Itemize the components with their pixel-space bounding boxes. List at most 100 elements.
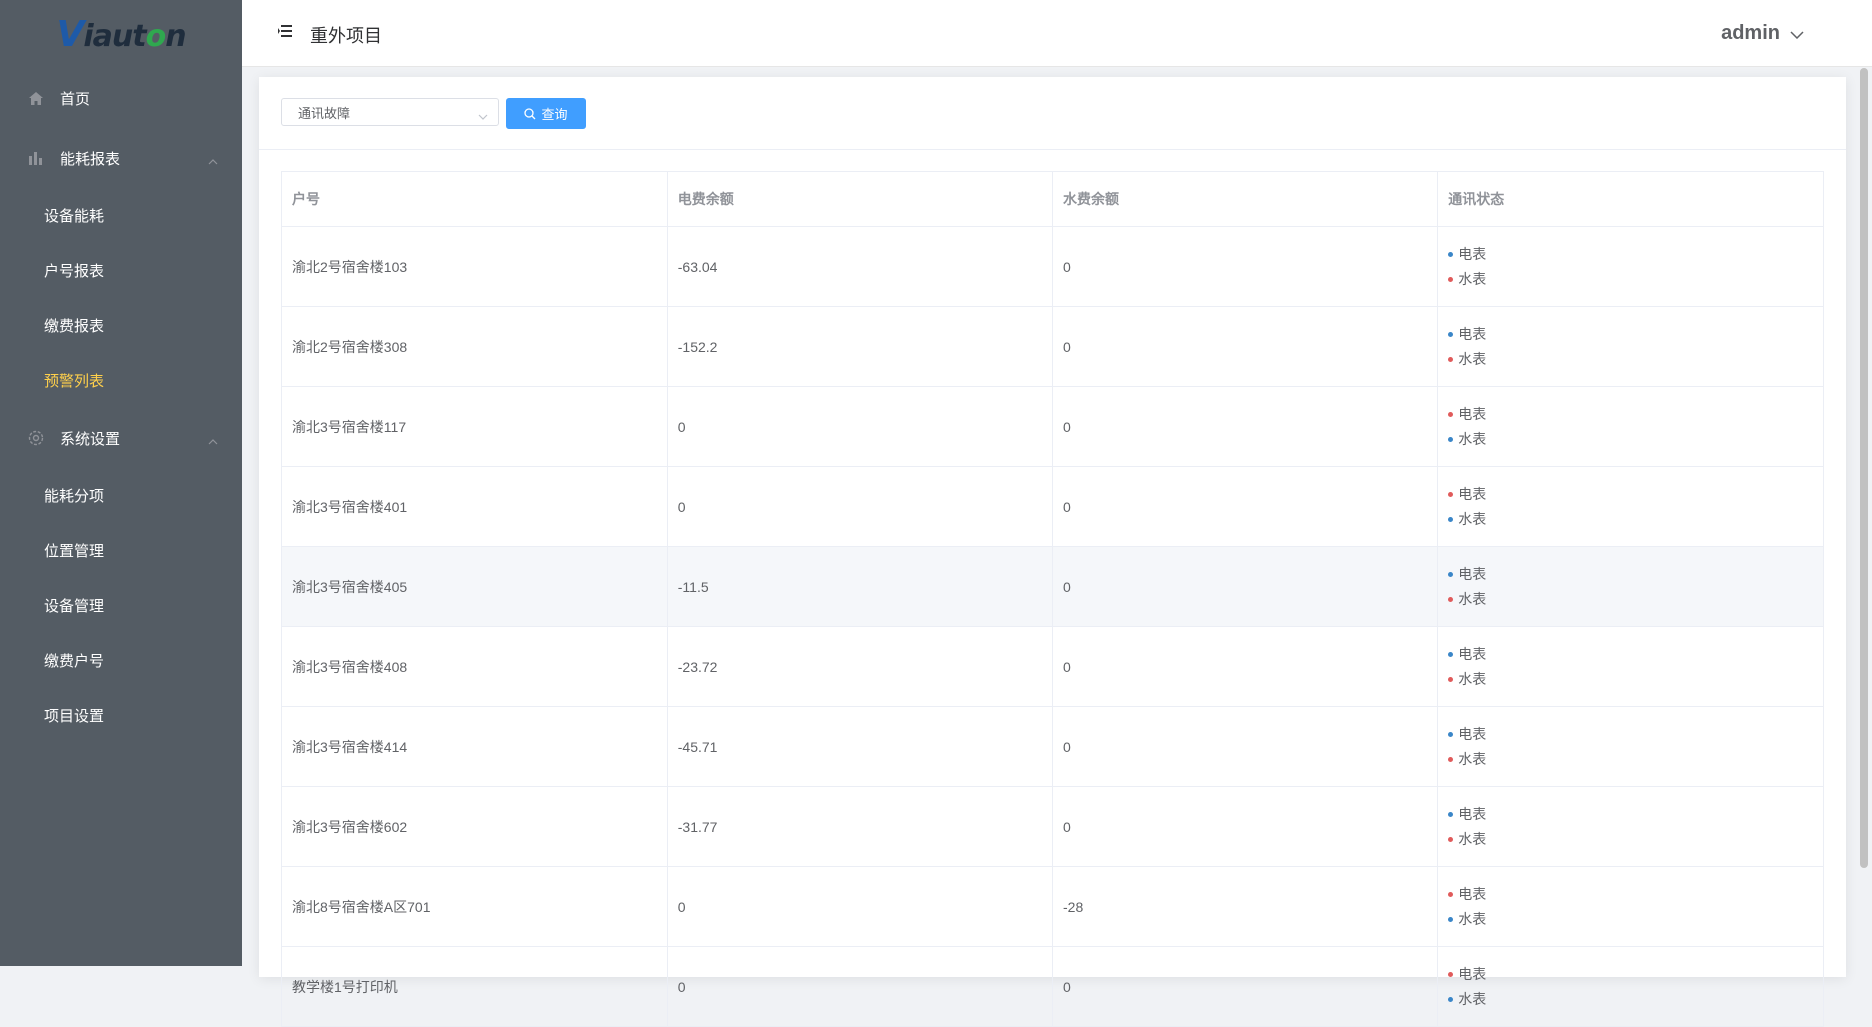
- status-dot-icon: [1448, 836, 1454, 842]
- cell-water-balance: 0: [1052, 546, 1439, 627]
- table-row[interactable]: 渝北3号宿舍楼401 0 0 电表 水表: [282, 466, 1823, 547]
- status-dot-icon: [1448, 651, 1454, 657]
- meter-label: 水表: [1458, 351, 1487, 367]
- filter-bar: 通讯故障 查询: [259, 77, 1846, 150]
- status-water-meter: 水表: [1448, 827, 1822, 852]
- menu-collapse-icon[interactable]: [278, 24, 292, 42]
- data-table: 户号 电费余额 水费余额 通讯状态 渝北2号宿舍楼103 -63.04 0 电表 水表渝…: [281, 171, 1824, 1027]
- meter-label: 水表: [1458, 991, 1487, 1007]
- status-dot-icon: [1448, 411, 1454, 417]
- sidebar-group-system-settings[interactable]: 系统设置: [0, 408, 242, 468]
- table-row[interactable]: 渝北2号宿舍楼103 -63.04 0 电表 水表: [282, 226, 1823, 307]
- sidebar-item-payment-report[interactable]: 缴费报表: [0, 298, 242, 353]
- status-filter-select[interactable]: 通讯故障: [281, 98, 499, 126]
- cell-comm-status: 电表 水表: [1437, 626, 1823, 707]
- status-dot-icon: [1448, 356, 1454, 362]
- cell-elec-balance: -152.2: [667, 306, 1054, 387]
- cell-account: 渝北2号宿舍楼308: [282, 306, 668, 387]
- status-dot-icon: [1448, 811, 1454, 817]
- status-dot-icon: [1448, 971, 1454, 977]
- status-dot-icon: [1448, 276, 1454, 282]
- meter-label: 水表: [1458, 431, 1487, 447]
- header: 重外项目 admin: [242, 0, 1872, 67]
- column-header-comm-status[interactable]: 通讯状态: [1437, 172, 1823, 227]
- sidebar-group-energy-reports[interactable]: 能耗报表: [0, 128, 242, 188]
- status-water-meter: 水表: [1448, 347, 1822, 372]
- sidebar-item-label: 位置管理: [44, 543, 105, 560]
- cell-account: 教学楼1号打印机: [282, 946, 668, 1027]
- chevron-up-icon: [208, 152, 218, 169]
- status-electric-meter: 电表: [1448, 802, 1822, 827]
- status-dot-icon: [1448, 676, 1454, 682]
- meter-label: 水表: [1458, 671, 1487, 687]
- status-electric-meter: 电表: [1448, 882, 1822, 907]
- sidebar-item-device-energy[interactable]: 设备能耗: [0, 188, 242, 243]
- query-button-label: 查询: [541, 107, 568, 122]
- cell-water-balance: 0: [1052, 706, 1439, 787]
- status-water-meter: 水表: [1448, 587, 1822, 612]
- meter-label: 水表: [1458, 591, 1487, 607]
- sidebar-item-energy-category[interactable]: 能耗分项: [0, 468, 242, 523]
- meter-label: 电表: [1458, 406, 1487, 422]
- status-dot-icon: [1448, 756, 1454, 762]
- status-dot-icon: [1448, 571, 1454, 577]
- chevron-up-icon: [208, 432, 218, 449]
- meter-label: 电表: [1458, 806, 1487, 822]
- cell-elec-balance: 0: [667, 386, 1054, 467]
- table-row[interactable]: 渝北2号宿舍楼308 -152.2 0 电表 水表: [282, 306, 1823, 387]
- table-row[interactable]: 教学楼1号打印机 0 0 电表 水表: [282, 946, 1823, 1027]
- column-header-account[interactable]: 户号: [282, 172, 668, 227]
- status-water-meter: 水表: [1448, 987, 1822, 1012]
- cell-comm-status: 电表 水表: [1437, 946, 1823, 1027]
- status-electric-meter: 电表: [1448, 242, 1822, 267]
- query-button[interactable]: 查询: [506, 98, 586, 129]
- status-electric-meter: 电表: [1448, 402, 1822, 427]
- status-water-meter: 水表: [1448, 507, 1822, 532]
- sidebar-item-account-report[interactable]: 户号报表: [0, 243, 242, 298]
- table-row[interactable]: 渝北3号宿舍楼414 -45.71 0 电表 水表: [282, 706, 1823, 787]
- cell-comm-status: 电表水表: [1437, 706, 1823, 787]
- table-row[interactable]: 渝北3号宿舍楼405 -11.5 0 电表 水表: [282, 546, 1823, 627]
- sidebar-item-payment-account[interactable]: 缴费户号: [0, 633, 242, 688]
- cell-comm-status: 电表 水表: [1437, 226, 1823, 307]
- cell-elec-balance: 0: [667, 466, 1054, 547]
- sidebar-item-location-management[interactable]: 位置管理: [0, 523, 242, 578]
- table-row[interactable]: 渝北3号宿舍楼602 -31.77 0 电表 水表: [282, 786, 1823, 867]
- meter-label: 水表: [1458, 511, 1487, 527]
- sidebar-item-alert-list[interactable]: 预警列表: [0, 353, 242, 408]
- status-water-meter: 水表: [1448, 747, 1822, 772]
- sidebar-item-project-settings[interactable]: 项目设置: [0, 688, 242, 743]
- cell-comm-status: 电表 水表: [1437, 546, 1823, 627]
- column-header-elec-balance[interactable]: 电费余额: [667, 172, 1054, 227]
- status-electric-meter: 电表: [1448, 482, 1822, 507]
- home-icon: [26, 88, 46, 108]
- meter-label: 电表: [1458, 886, 1487, 902]
- user-menu[interactable]: admin: [1721, 22, 1804, 45]
- cell-comm-status: 电表 水表: [1437, 306, 1823, 387]
- cell-elec-balance: -31.77: [667, 786, 1054, 867]
- column-header-water-balance[interactable]: 水费余额: [1052, 172, 1439, 227]
- sidebar-item-device-management[interactable]: 设备管理: [0, 578, 242, 633]
- status-dot-icon: [1448, 331, 1454, 337]
- cell-elec-balance: 0: [667, 946, 1054, 1027]
- cell-elec-balance: -11.5: [667, 546, 1054, 627]
- table-row[interactable]: 渝北3号宿舍楼408 -23.72 0 电表 水表: [282, 626, 1823, 707]
- scrollbar[interactable]: [1860, 68, 1868, 868]
- sidebar-item-label: 项目设置: [44, 708, 105, 725]
- status-electric-meter: 电表: [1448, 722, 1822, 747]
- cell-account: 渝北3号宿舍楼408: [282, 626, 668, 707]
- table-row[interactable]: 渝北3号宿舍楼117 0 0 电表 水表: [282, 386, 1823, 467]
- meter-label: 电表: [1458, 726, 1487, 742]
- sidebar-item-home[interactable]: 首页: [0, 68, 242, 128]
- cell-comm-status: 电表水表: [1437, 866, 1823, 947]
- chevron-down-icon: [478, 108, 488, 123]
- table-row[interactable]: 渝北8号宿舍楼A区701 0 -28 电表 水表: [282, 866, 1823, 947]
- cell-account: 渝北3号宿舍楼405: [282, 546, 668, 627]
- status-water-meter: 水表: [1448, 907, 1822, 932]
- status-dot-icon: [1448, 251, 1454, 257]
- cell-comm-status: 电表 水表: [1437, 386, 1823, 467]
- status-dot-icon: [1448, 436, 1454, 442]
- cell-water-balance: 0: [1052, 786, 1439, 867]
- cell-water-balance: 0: [1052, 226, 1439, 307]
- meter-label: 水表: [1458, 831, 1487, 847]
